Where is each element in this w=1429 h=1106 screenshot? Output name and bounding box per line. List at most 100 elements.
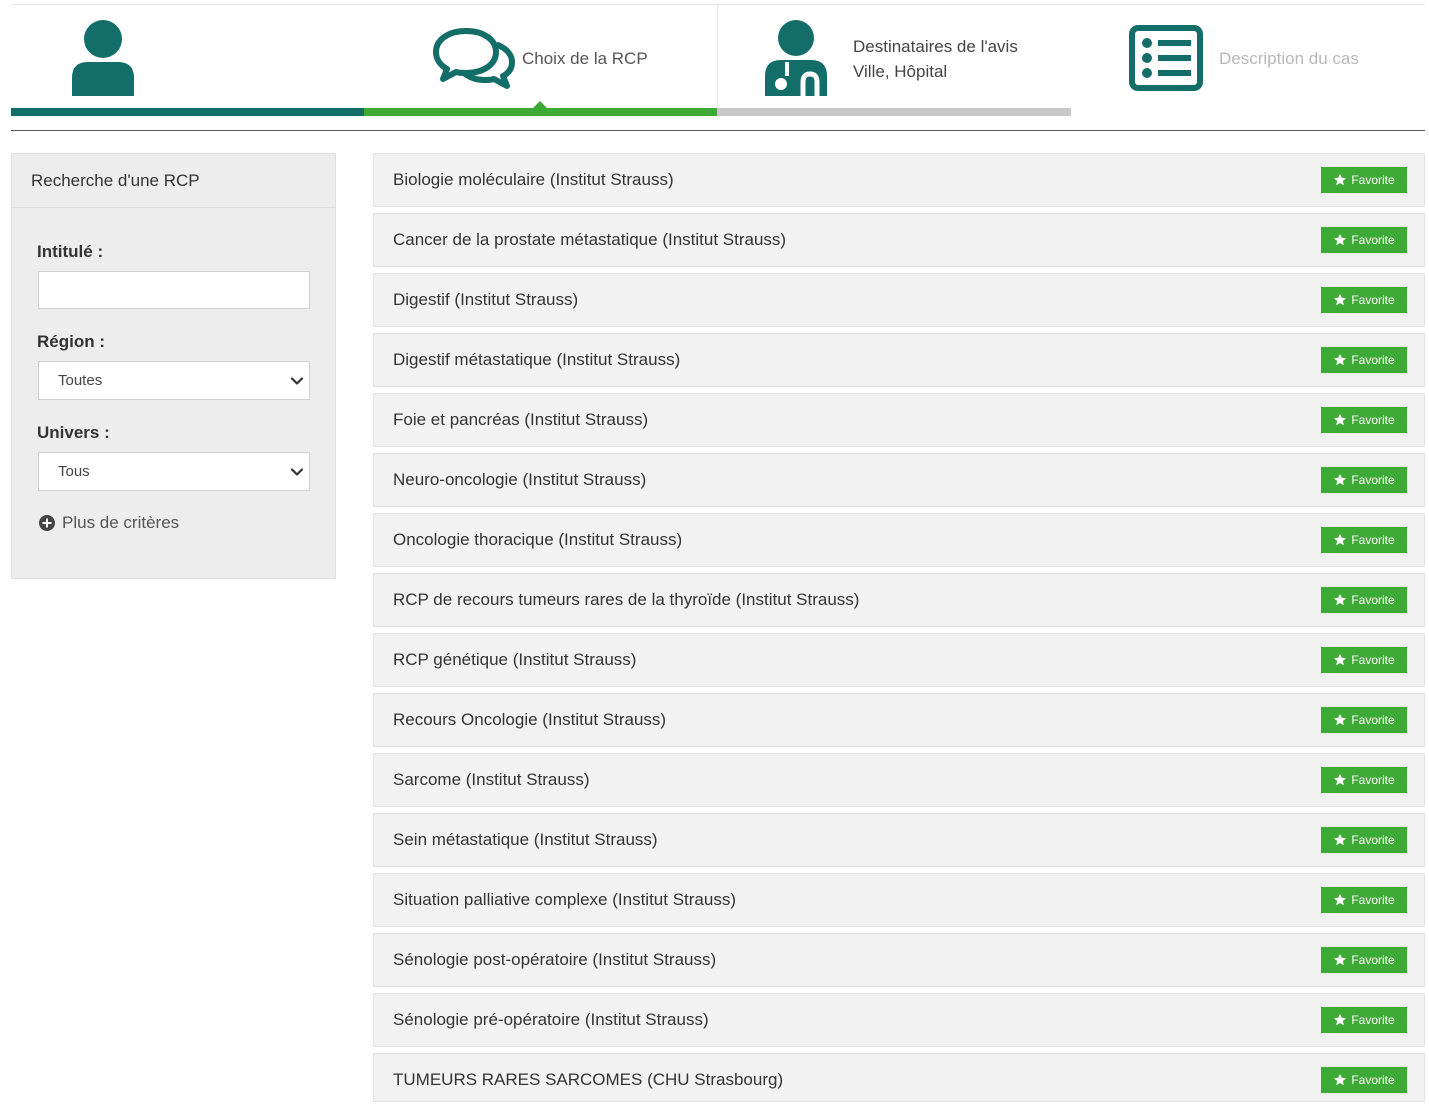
favorite-button[interactable]: Favorite bbox=[1321, 707, 1407, 733]
favorite-label: Favorite bbox=[1351, 833, 1395, 847]
star-icon bbox=[1334, 173, 1347, 186]
step-recipients-sublabel: Ville, Hôpital bbox=[853, 62, 948, 81]
chevron-down-icon bbox=[290, 468, 304, 476]
favorite-button[interactable]: Favorite bbox=[1321, 467, 1407, 493]
favorite-label: Favorite bbox=[1351, 353, 1395, 367]
favorite-button[interactable]: Favorite bbox=[1321, 407, 1407, 433]
star-icon bbox=[1334, 953, 1347, 966]
rcp-row[interactable]: Oncologie thoracique (Institut Strauss) … bbox=[373, 513, 1425, 567]
star-icon bbox=[1334, 293, 1347, 306]
doctor-icon bbox=[765, 20, 827, 96]
favorite-button[interactable]: Favorite bbox=[1321, 887, 1407, 913]
step-recipients-label: Destinataires de l'avis bbox=[853, 37, 1018, 56]
chat-bubbles-icon bbox=[433, 28, 515, 89]
rcp-row[interactable]: Sénologie post-opératoire (Institut Stra… bbox=[373, 933, 1425, 987]
favorite-button[interactable]: Favorite bbox=[1321, 287, 1407, 313]
rcp-row[interactable]: Digestif métastatique (Institut Strauss)… bbox=[373, 333, 1425, 387]
star-icon bbox=[1334, 893, 1347, 906]
rcp-name: Situation palliative complexe (Institut … bbox=[393, 890, 736, 909]
star-icon bbox=[1334, 353, 1347, 366]
rcp-row[interactable]: TUMEURS RARES SARCOMES (CHU Strasbourg) … bbox=[373, 1053, 1425, 1102]
region-label: Région : bbox=[37, 332, 105, 351]
rcp-row[interactable]: Digestif (Institut Strauss) Favorite bbox=[373, 273, 1425, 327]
star-icon bbox=[1334, 593, 1347, 606]
rcp-name: Neuro-oncologie (Institut Strauss) bbox=[393, 470, 647, 489]
favorite-label: Favorite bbox=[1351, 1013, 1395, 1027]
step-case-description[interactable]: Description du cas bbox=[1071, 4, 1425, 116]
rcp-row[interactable]: Situation palliative complexe (Institut … bbox=[373, 873, 1425, 927]
favorite-button[interactable]: Favorite bbox=[1321, 647, 1407, 673]
favorite-label: Favorite bbox=[1351, 953, 1395, 967]
rcp-row[interactable]: Recours Oncologie (Institut Strauss) Fav… bbox=[373, 693, 1425, 747]
intitule-input[interactable] bbox=[38, 271, 310, 309]
rcp-name: Digestif (Institut Strauss) bbox=[393, 290, 579, 309]
favorite-label: Favorite bbox=[1351, 533, 1395, 547]
star-icon bbox=[1334, 473, 1347, 486]
active-step-caret bbox=[533, 101, 547, 108]
star-icon bbox=[1334, 1073, 1347, 1086]
favorite-label: Favorite bbox=[1351, 713, 1395, 727]
favorite-label: Favorite bbox=[1351, 893, 1395, 907]
favorite-label: Favorite bbox=[1351, 1073, 1395, 1087]
rcp-row[interactable]: Foie et pancréas (Institut Strauss) Favo… bbox=[373, 393, 1425, 447]
region-select-value: Toutes bbox=[58, 372, 103, 389]
region-select[interactable]: Toutes bbox=[38, 361, 310, 400]
header-separator bbox=[11, 130, 1425, 131]
step-recipients[interactable]: Destinataires de l'avis Ville, Hôpital bbox=[717, 4, 1071, 116]
rcp-name: Cancer de la prostate métastatique (Inst… bbox=[393, 230, 787, 249]
rcp-name: Sarcome (Institut Strauss) bbox=[393, 770, 590, 789]
step-patient-progress-bar bbox=[11, 108, 364, 116]
rcp-name: RCP génétique (Institut Strauss) bbox=[393, 650, 637, 669]
more-criteria-label: Plus de critères bbox=[62, 513, 180, 532]
favorite-button[interactable]: Favorite bbox=[1321, 947, 1407, 973]
favorite-button[interactable]: Favorite bbox=[1321, 167, 1407, 193]
search-panel-title: Recherche d'une RCP bbox=[12, 154, 335, 208]
favorite-label: Favorite bbox=[1351, 173, 1395, 187]
favorite-label: Favorite bbox=[1351, 233, 1395, 247]
step-rcp-choice-label: Choix de la RCP bbox=[522, 49, 648, 68]
favorite-label: Favorite bbox=[1351, 293, 1395, 307]
user-icon bbox=[72, 20, 134, 96]
favorite-button[interactable]: Favorite bbox=[1321, 347, 1407, 373]
step-rcp-choice[interactable]: Choix de la RCP bbox=[364, 4, 717, 116]
favorite-button[interactable]: Favorite bbox=[1321, 1007, 1407, 1033]
more-criteria-link[interactable]: Plus de critères bbox=[39, 512, 179, 534]
rcp-row[interactable]: RCP de recours tumeurs rares de la thyro… bbox=[373, 573, 1425, 627]
favorite-label: Favorite bbox=[1351, 473, 1395, 487]
univers-label: Univers : bbox=[37, 423, 110, 442]
wizard-stepper: Choix de la RCP Destinataires de l'avis … bbox=[11, 4, 1425, 116]
rcp-row[interactable]: Sein métastatique (Institut Strauss) Fav… bbox=[373, 813, 1425, 867]
rcp-name: Oncologie thoracique (Institut Strauss) bbox=[393, 530, 683, 549]
favorite-label: Favorite bbox=[1351, 593, 1395, 607]
favorite-button[interactable]: Favorite bbox=[1321, 227, 1407, 253]
rcp-row[interactable]: Sénologie pré-opératoire (Institut Strau… bbox=[373, 993, 1425, 1047]
univers-select-value: Tous bbox=[58, 463, 90, 480]
rcp-row[interactable]: RCP génétique (Institut Strauss) Favorit… bbox=[373, 633, 1425, 687]
favorite-button[interactable]: Favorite bbox=[1321, 587, 1407, 613]
favorite-button[interactable]: Favorite bbox=[1321, 527, 1407, 553]
star-icon bbox=[1334, 713, 1347, 726]
favorite-label: Favorite bbox=[1351, 653, 1395, 667]
step-recipients-progress-bar bbox=[717, 108, 1071, 116]
star-icon bbox=[1334, 1013, 1347, 1026]
favorite-button[interactable]: Favorite bbox=[1321, 827, 1407, 853]
rcp-name: Digestif métastatique (Institut Strauss) bbox=[393, 350, 681, 369]
rcp-name: Recours Oncologie (Institut Strauss) bbox=[393, 710, 667, 729]
favorite-button[interactable]: Favorite bbox=[1321, 1067, 1407, 1093]
step-patient[interactable] bbox=[11, 4, 364, 116]
rcp-row[interactable]: Biologie moléculaire (Institut Strauss) … bbox=[373, 153, 1425, 207]
univers-select[interactable]: Tous bbox=[38, 452, 310, 491]
star-icon bbox=[1334, 653, 1347, 666]
intitule-label: Intitulé : bbox=[37, 242, 104, 261]
rcp-name: TUMEURS RARES SARCOMES (CHU Strasbourg) bbox=[393, 1070, 784, 1089]
rcp-name: Foie et pancréas (Institut Strauss) bbox=[393, 410, 649, 429]
step-case-description-label: Description du cas bbox=[1219, 49, 1359, 68]
rcp-search-panel: Recherche d'une RCP Intitulé : Région : … bbox=[11, 153, 336, 579]
rcp-row[interactable]: Neuro-oncologie (Institut Strauss) Favor… bbox=[373, 453, 1425, 507]
rcp-name: Sein métastatique (Institut Strauss) bbox=[393, 830, 658, 849]
star-icon bbox=[1334, 533, 1347, 546]
rcp-name: Sénologie post-opératoire (Institut Stra… bbox=[393, 950, 717, 969]
rcp-row[interactable]: Sarcome (Institut Strauss) Favorite bbox=[373, 753, 1425, 807]
rcp-row[interactable]: Cancer de la prostate métastatique (Inst… bbox=[373, 213, 1425, 267]
favorite-button[interactable]: Favorite bbox=[1321, 767, 1407, 793]
